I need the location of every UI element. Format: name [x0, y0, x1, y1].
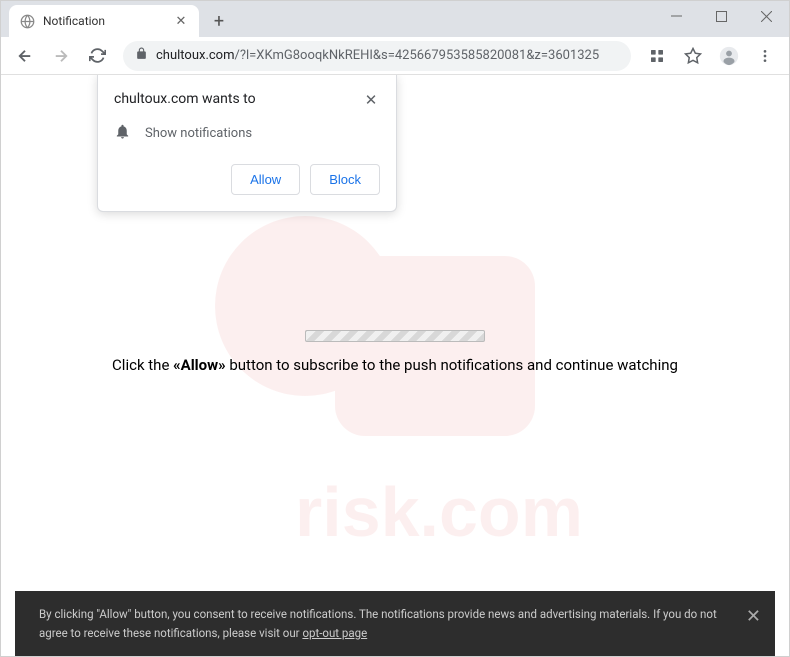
close-icon[interactable]: ✕ [173, 13, 189, 29]
new-tab-button[interactable]: + [205, 7, 233, 35]
close-icon[interactable]: ✕ [746, 603, 761, 632]
profile-icon[interactable] [713, 40, 745, 72]
reload-button[interactable] [81, 40, 113, 72]
svg-text:risk.com: risk.com [295, 473, 583, 551]
minimize-button[interactable] [654, 1, 699, 31]
opt-out-link[interactable]: opt-out page [302, 626, 367, 640]
page-content: risk.com chultoux.com wants to ✕ Show no… [1, 75, 789, 656]
close-icon[interactable]: ✕ [362, 91, 380, 109]
instruction-text: Click the «Allow» button to subscribe to… [1, 356, 789, 374]
bell-icon [114, 123, 131, 144]
close-window-button[interactable] [744, 1, 789, 31]
menu-icon[interactable] [749, 40, 781, 72]
block-button[interactable]: Block [310, 164, 380, 195]
tab-title: Notification [43, 14, 173, 28]
back-button[interactable] [9, 40, 41, 72]
browser-tab[interactable]: Notification ✕ [9, 5, 199, 37]
progress-bar [305, 330, 485, 342]
toolbar: chultoux.com/?l=XKmG8ooqkNkREHI&s=425667… [1, 37, 789, 75]
cookie-banner: ✕ By clicking "Allow" button, you consen… [15, 591, 775, 656]
extensions-icon[interactable] [641, 40, 673, 72]
title-bar: Notification ✕ + [1, 1, 789, 37]
window-controls [654, 1, 789, 31]
globe-icon [19, 13, 35, 29]
bookmark-icon[interactable] [677, 40, 709, 72]
allow-button[interactable]: Allow [231, 164, 300, 195]
popup-title: chultoux.com wants to [114, 91, 256, 107]
url-text: chultoux.com/?l=XKmG8ooqkNkREHI&s=425667… [156, 48, 619, 63]
browser-window: Notification ✕ + [0, 0, 790, 657]
forward-button[interactable] [45, 40, 77, 72]
address-bar[interactable]: chultoux.com/?l=XKmG8ooqkNkREHI&s=425667… [123, 41, 631, 71]
maximize-button[interactable] [699, 1, 744, 31]
popup-body-text: Show notifications [145, 126, 252, 141]
lock-icon [135, 47, 148, 64]
cookie-text: By clicking "Allow" button, you consent … [39, 607, 717, 639]
permission-popup: chultoux.com wants to ✕ Show notificatio… [97, 75, 397, 212]
main-content: Click the «Allow» button to subscribe to… [1, 330, 789, 374]
